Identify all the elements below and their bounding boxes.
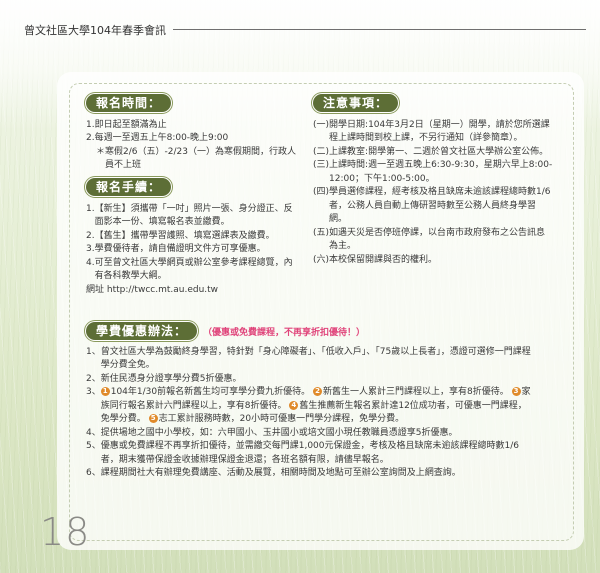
discount-title: 學費優惠辦法： <box>86 322 198 340</box>
list-item: 3. 學費優待者，請自備證明文件方可享優惠。 <box>86 243 296 257</box>
notes-section: 注意事項： (一) 開學日期:104年3月2日（星期一）開學，請於您所選課程上課… <box>313 94 553 267</box>
list-item: (二) 上課教室:開學第一、二週於曾文社區大學辦公室公佈。 <box>313 146 553 160</box>
list-item: (三) 上課時間:週一至週五晚上6:30-9:30，星期六早上8:00-12:0… <box>313 159 553 186</box>
item-label: 4. <box>86 257 95 268</box>
item-label: (一) <box>313 119 330 130</box>
item-label: 2、 <box>86 373 101 384</box>
item-text: 曾文社區大學為鼓勵終身學習，特針對「身心障礙者」、「低收入戶」、「75歲以上長者… <box>100 346 531 371</box>
item-text: 學員選修課程，經考核及格且缺席未逾該課程總時數1/6者，公務人員自動上傳研習時數… <box>329 187 551 224</box>
number-badge: 4 <box>289 400 299 410</box>
item-text: 可至曾文社區大學網頁或辦公室參考課程總覽，內有各科教學大綱。 <box>94 257 293 282</box>
list-item: 1、 曾文社區大學為鼓勵終身學習，特針對「身心障礙者」、「低收入戶」、「75歲以上… <box>86 346 534 373</box>
item-label: (二) <box>313 146 330 157</box>
list-item: (六) 本校保留開課與否的權利。 <box>313 254 553 268</box>
item-part-text: 志工累計服務時數，20小時可優惠一門學分課程，免學分費。 <box>158 414 405 424</box>
item-label: 3、 <box>86 387 101 397</box>
website-url[interactable]: 網址 http://twcc.mt.au.edu.tw <box>86 284 296 298</box>
discount-note: （優惠或免費課程，不再享折扣優待！） <box>203 328 366 338</box>
item-text: 如遇天災是否停班停課，以台南市政府發布之公告訊息為主。 <box>329 227 546 252</box>
item-text: 提供場地之國中小學校，如：六甲國小、玉井國小或培文國小現任教職員憑證享5折優惠。 <box>100 427 458 438</box>
header-title: 曾文社區大學104年春季會訊 <box>24 24 166 37</box>
item-part-text: 新舊生一人累計三門課程以上，享有8折優待。 <box>323 387 509 397</box>
item-label: (三) <box>313 160 330 170</box>
item-text: 新住民憑身分證享學分費5折優惠。 <box>100 373 242 384</box>
list-item: 4. 可至曾文社區大學網頁或辦公室參考課程總覽，內有各科教學大綱。 <box>86 257 296 284</box>
list-item: ＊寒假2/6（五）-2/23（一）為寒假期間，行政人員不上班 <box>86 146 296 173</box>
item-label: (六) <box>313 254 330 265</box>
item-part-text: 104年1/30前報名新舊生均可享學分費九折優待。 <box>110 387 311 397</box>
notes-list: (一) 開學日期:104年3月2日（星期一）開學，請於您所選課程上課時間到校上課… <box>313 119 553 268</box>
registration-time-section: 報名時間： 1. 即日起至額滿為止 2. 每週一至週五上午8:00-晚上9:00… <box>86 94 296 173</box>
list-item: 5、 優惠或免費課程不再享折扣優待，並需繳交每門課1,000元保證金，考核及格且缺… <box>86 440 534 467</box>
discount-section: 學費優惠辦法： （優惠或免費課程，不再享折扣優待！） 1、 曾文社區大學為鼓勵終身學… <box>86 322 534 481</box>
registration-time-list: 1. 即日起至額滿為止 2. 每週一至週五上午8:00-晚上9:00 ＊寒假2/… <box>86 119 296 173</box>
discount-list: 1、 曾文社區大學為鼓勵終身學習，特針對「身心障礙者」、「低收入戶」、「75歲以上… <box>86 346 534 481</box>
item-label: 2. <box>86 230 95 241</box>
list-item: 1. 【新生】須攜帶「一吋」照片一張、身分證正、反面影本一份、填寫報名表並繳費。 <box>86 203 296 230</box>
registration-procedure-section: 報名手續： 1. 【新生】須攜帶「一吋」照片一張、身分證正、反面影本一份、填寫報… <box>86 178 296 297</box>
item-text: 開學日期:104年3月2日（星期一）開學，請於您所選課程上課時間到校上課，不另行… <box>329 119 550 144</box>
list-item: 6、 課程期間社大有辦理免費講座、活動及展覽，相關時間及地點可至辦公室詢問及上網查… <box>86 467 534 481</box>
number-badge: 3 <box>511 387 521 396</box>
item-text: 優惠或免費課程不再享折扣優待，並需繳交每門課1,000元保證金，考核及格且缺席未… <box>100 441 519 465</box>
item-label: ＊ <box>96 146 106 157</box>
item-label: 1. <box>86 203 95 214</box>
item-label: (四) <box>313 187 330 197</box>
item-text: 即日起至額滿為止 <box>94 119 167 130</box>
list-item: (一) 開學日期:104年3月2日（星期一）開學，請於您所選課程上課時間到校上課… <box>313 119 553 146</box>
number-badge: 2 <box>313 387 322 396</box>
registration-procedure-title: 報名手續： <box>86 178 172 196</box>
item-text: 每週一至週五上午8:00-晚上9:00 <box>94 133 229 143</box>
list-item: (四) 學員選修課程，經考核及格且缺席未逾該課程總時數1/6者，公務人員自動上傳… <box>313 186 553 227</box>
item-text: 學費優待者，請自備證明文件方可享優惠。 <box>94 244 266 254</box>
item-label: 3. <box>86 244 95 254</box>
list-item: 2、 新住民憑身分證享學分費5折優惠。 <box>86 373 534 387</box>
list-item: 3、 1 104年1/30前報名新舊生均可享學分費九折優待。 2 新舊生一人累計三門… <box>86 386 534 427</box>
list-item: 4、 提供場地之國中小學校，如：六甲國小、玉井國小或培文國小現任教職員憑證享5折優… <box>86 427 534 441</box>
list-item: 1. 即日起至額滿為止 <box>86 119 296 133</box>
item-text: 本校保留開課與否的權利。 <box>329 254 438 265</box>
item-label: 6、 <box>86 468 101 478</box>
item-text: 1 104年1/30前報名新舊生均可享學分費九折優待。 2 新舊生一人累計三門課程以… <box>100 386 534 427</box>
number-badge: 5 <box>148 414 158 423</box>
item-label: 4、 <box>86 427 101 438</box>
item-label: 5、 <box>86 441 101 451</box>
list-item: (五) 如遇天災是否停班停課，以台南市政府發布之公告訊息為主。 <box>313 227 553 254</box>
number-badge: 1 <box>100 387 110 396</box>
header-rule <box>173 29 586 30</box>
item-text: 【舊生】攜帶學習護照、填寫選課表及繳費。 <box>94 230 275 241</box>
registration-procedure-list: 1. 【新生】須攜帶「一吋」照片一張、身分證正、反面影本一份、填寫報名表並繳費。… <box>86 203 296 284</box>
item-label: 1. <box>86 119 95 130</box>
item-label: 2. <box>86 133 95 143</box>
list-item: 2. 【舊生】攜帶學習護照、填寫選課表及繳費。 <box>86 230 296 244</box>
item-text: 上課時間:週一至週五晚上6:30-9:30，星期六早上8:00-12:00；下午… <box>329 160 553 184</box>
item-text: 寒假2/6（五）-2/23（一）為寒假期間，行政人員不上班 <box>105 146 296 171</box>
item-text: 【新生】須攜帶「一吋」照片一張、身分證正、反面影本一份、填寫報名表並繳費。 <box>94 203 293 228</box>
item-label: (五) <box>313 227 330 238</box>
item-label: 1、 <box>86 346 101 357</box>
page-number: 18 <box>40 510 91 554</box>
registration-time-title: 報名時間： <box>86 94 172 112</box>
notes-title: 注意事項： <box>313 94 399 112</box>
item-text: 上課教室:開學第一、二週於曾文社區大學辦公室公佈。 <box>329 146 549 157</box>
list-item: 2. 每週一至週五上午8:00-晚上9:00 <box>86 132 296 146</box>
item-text: 課程期間社大有辦理免費講座、活動及展覽，相關時間及地點可至辦公室詢問及上網查詢。 <box>100 468 461 478</box>
brochure-page: { "header": { "title": "曾文社區大學104年春季會訊" … <box>0 0 600 573</box>
